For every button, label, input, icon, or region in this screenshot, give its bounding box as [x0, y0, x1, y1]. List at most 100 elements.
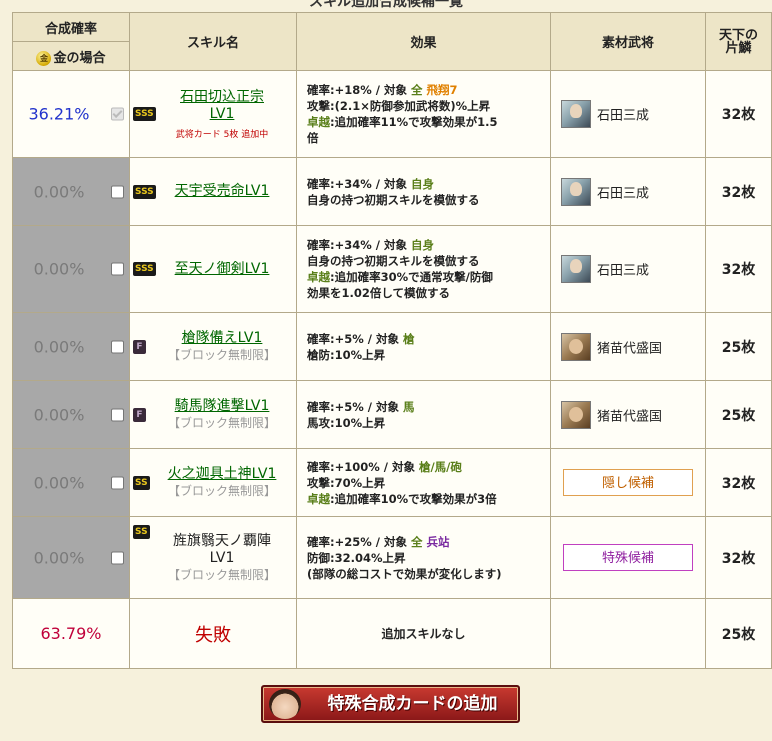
effect-text: 確率:+34% / 対象	[307, 238, 411, 252]
effect-text: 自身の持つ初期スキルを模倣する	[307, 254, 480, 268]
rate-cell: 0.00%	[12, 312, 130, 381]
effect-text: 攻撃:(2.1×防御参加武将数)%上昇	[307, 99, 491, 113]
material-cell: 石田三成	[550, 70, 706, 158]
effect-text: 自身の持つ初期スキルを模倣する	[307, 192, 480, 207]
skill-name-link[interactable]: 火之迦具土神LV1	[150, 466, 294, 483]
synthesis-table: 合成確率 スキル名 効果 素材武将 天下の 片鱗 金金の場合 36.21% SSS…	[12, 12, 772, 669]
failure-fragment-count: 25枚	[705, 598, 772, 669]
select-checkbox[interactable]	[111, 262, 124, 276]
failure-label: 失敗	[129, 598, 297, 669]
effect-line: 卓越:追加確率10%で攻撃効果が3倍	[307, 491, 550, 507]
rank-badge-icon: SSS	[133, 184, 156, 199]
fragment-count: 32枚	[705, 225, 772, 313]
skill-name-link[interactable]: 天宇受売命LV1	[150, 183, 294, 200]
hidden-candidate-button[interactable]: 隠し候補	[563, 469, 693, 496]
effect-target: 全	[410, 83, 427, 97]
effect-text: 確率:+34% / 対象	[307, 176, 411, 191]
material-cell: 猪苗代盛国	[550, 312, 706, 381]
rate-value: 0.00%	[33, 473, 85, 492]
effect-text: 馬攻:10%上昇	[307, 415, 386, 430]
effect-line: 攻撃:(2.1×防御参加武将数)%上昇	[307, 98, 550, 114]
effect-line: 確率:+34% / 対象 自身	[307, 176, 550, 192]
fragment-count: 25枚	[705, 380, 772, 449]
add-special-card-label: 特殊合成カードの追加	[327, 694, 498, 714]
page-title-strip: スキル追加合成候補一覧	[0, 0, 772, 12]
effect-text: 確率:+18% / 対象	[307, 83, 411, 97]
rate-cell: 0.00%	[12, 157, 130, 226]
effect-text: :追加確率10%で攻撃効果が3倍	[330, 491, 497, 506]
failure-row: 63.79% 失敗 追加スキルなし 25枚	[12, 598, 772, 669]
rank-badge-icon: F	[133, 407, 146, 422]
select-checkbox[interactable]	[111, 340, 124, 353]
effect-line: 確率:+25% / 対象 全 兵站	[307, 534, 550, 550]
skill-name-link[interactable]: 槍隊備えLV1	[150, 330, 294, 347]
material-cell: 特殊候補	[550, 516, 706, 599]
special-candidate-button[interactable]: 特殊候補	[563, 544, 693, 571]
select-checkbox[interactable]	[111, 476, 124, 489]
skill-content: 騎馬隊進撃LV1 【ブロック無制限】	[130, 398, 296, 431]
effect-line: 倍	[307, 130, 550, 146]
rank-badge-icon: SS	[133, 525, 150, 539]
rate-cell: 36.21%	[12, 70, 130, 158]
fragment-count: 25枚	[705, 312, 772, 381]
effect-line: 効果を1.02倍して模倣する	[307, 285, 550, 301]
block-unlimited-note: 【ブロック無制限】	[167, 484, 276, 498]
effect-target: 飛翔7	[426, 83, 458, 97]
effect-target: 自身	[410, 238, 434, 252]
cards-header-line2: 片鱗	[725, 40, 752, 56]
excellence-label: 卓越	[307, 270, 330, 284]
rank-badge-icon: F	[133, 339, 146, 354]
excellence-label: 卓越	[307, 115, 330, 129]
effect-text: 防御:32.04%上昇	[307, 550, 406, 565]
effect-column-header: 効果	[296, 12, 551, 71]
material-column-header: 素材武将	[550, 12, 706, 71]
effect-cell: 確率:+5% / 対象 馬馬攻:10%上昇	[296, 380, 551, 449]
effect-line: 確率:+100% / 対象 槍/馬/砲	[307, 459, 550, 475]
effect-line: 確率:+5% / 対象 馬	[307, 399, 550, 415]
skill-name-link[interactable]: 至天ノ御剣LV1	[150, 261, 294, 278]
effect-target: 馬	[402, 399, 415, 414]
material-cell: 隠し候補	[550, 448, 706, 517]
select-checkbox[interactable]	[111, 408, 124, 421]
general-portrait	[561, 332, 591, 361]
general-portrait	[561, 400, 591, 429]
page-title: スキル追加合成候補一覧	[309, 0, 463, 10]
general-name: 猪苗代盛国	[597, 409, 663, 424]
skill-cell: F 騎馬隊進撃LV1 【ブロック無制限】	[129, 380, 297, 449]
effect-text: :追加確率30%で通常攻撃/防御	[330, 270, 493, 284]
effect-line: 卓越:追加確率11%で攻撃効果が1.5	[307, 114, 550, 130]
cards-column-header: 天下の 片鱗	[705, 12, 772, 71]
skill-row: 0.00% F 槍隊備えLV1 【ブロック無制限】 確率:+5% / 対象 槍槍防:10…	[12, 312, 772, 381]
add-special-card-button[interactable]: 特殊合成カードの追加	[261, 685, 520, 723]
effect-line: 自身の持つ初期スキルを模倣する	[307, 253, 550, 269]
skill-level: LV1	[209, 549, 235, 566]
select-checkbox[interactable]	[111, 551, 124, 564]
effect-line: 防御:32.04%上昇	[307, 550, 550, 566]
skill-name: 旌旗翳天ノ覇陣	[173, 532, 271, 549]
rate-value: 0.00%	[33, 548, 85, 567]
effect-line: 卓越:追加確率30%で通常攻撃/防御	[307, 269, 550, 285]
effect-line: 自身の持つ初期スキルを模倣する	[307, 192, 550, 208]
select-checkbox[interactable]	[111, 185, 124, 198]
effect-cell: 確率:+34% / 対象 自身 自身の持つ初期スキルを模倣する 卓越:追加確率30%…	[296, 225, 551, 313]
general-name: 猪苗代盛国	[597, 341, 663, 356]
character-portrait-icon	[269, 689, 301, 719]
skill-name-link[interactable]: 騎馬隊進撃LV1	[150, 398, 294, 415]
skill-row: 0.00% SS 旌旗翳天ノ覇陣 LV1 【ブロック無制限】 確率:+25% / 対象 全…	[12, 516, 772, 599]
effect-line: 確率:+34% / 対象 自身	[307, 237, 550, 253]
general-portrait	[561, 100, 591, 128]
general-name: 石田三成	[597, 263, 650, 279]
skill-row: 0.00% SSS 天宇受売命LV1 確率:+34% / 対象 自身 自身の持つ初期スキ…	[12, 157, 772, 226]
rank-badge-icon: SS	[133, 475, 150, 490]
skill-cell: SSS 天宇受売命LV1	[129, 157, 297, 226]
effect-target: 自身	[410, 176, 434, 191]
effect-text: 効果を1.02倍して模倣する	[307, 286, 451, 300]
effect-line: 槍防:10%上昇	[307, 347, 550, 363]
effect-text: 確率:+5% / 対象	[307, 331, 403, 346]
effect-line: 攻撃:70%上昇	[307, 475, 550, 491]
effect-line: 馬攻:10%上昇	[307, 415, 550, 431]
rate-value: 0.00%	[33, 182, 85, 201]
skill-cell: SS 旌旗翳天ノ覇陣 LV1 【ブロック無制限】	[129, 516, 297, 599]
skill-name-link[interactable]: 石田切込正宗LV1	[177, 89, 267, 123]
general-portrait	[561, 255, 591, 283]
